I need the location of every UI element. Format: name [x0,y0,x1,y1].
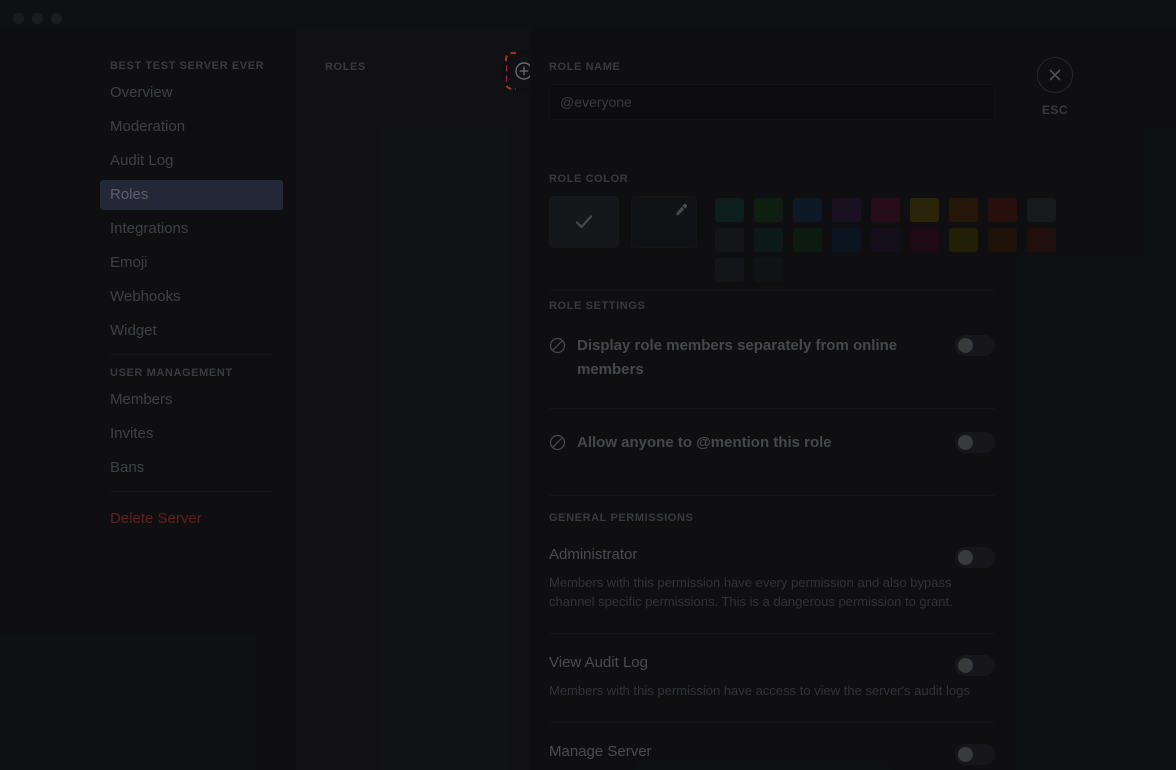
color-swatch[interactable] [1027,198,1056,222]
role-setting-label: Allow anyone to @mention this role [577,434,832,451]
sidebar-item-invites[interactable]: Invites [100,419,283,449]
role-setting-label: Display role members separately from onl… [577,337,898,378]
color-swatch-grid [715,198,1056,282]
color-swatch[interactable] [910,198,939,222]
color-swatch[interactable] [910,228,939,252]
color-swatch[interactable] [832,198,861,222]
permission-toggle[interactable] [955,744,995,765]
divider-color-settings [549,290,995,291]
color-swatch[interactable] [988,198,1017,222]
discord-server-settings-window: BEST TEST SERVER EVER Overview Moderation… [0,0,1176,770]
general-permissions-label: GENERAL PERMISSIONS [549,512,694,524]
permission-row: View Audit Log Members with this permiss… [549,654,995,700]
no-entry-icon [549,434,566,451]
role-name-label: ROLE NAME [549,61,621,73]
role-color-label: ROLE COLOR [549,173,629,185]
color-swatch[interactable] [715,198,744,222]
color-swatch[interactable] [949,228,978,252]
sidebar-item-members[interactable]: Members [100,385,283,415]
color-swatch[interactable] [871,228,900,252]
color-swatch[interactable] [754,228,783,252]
roles-column-title: ROLES [325,61,366,73]
role-setting-label-wrap: Display role members separately from onl… [549,334,909,382]
check-icon [575,215,593,229]
role-settings-row-divider [549,408,995,409]
color-swatch[interactable] [754,198,783,222]
color-swatch[interactable] [949,198,978,222]
no-entry-icon [549,434,566,459]
sidebar-divider-2 [110,491,273,492]
permission-row-divider [549,722,995,723]
sidebar-item-emoji[interactable]: Emoji [100,248,283,278]
color-swatch[interactable] [988,228,1017,252]
permission-row-divider [549,633,995,634]
user-management-header: USER MANAGEMENT [110,367,233,379]
sidebar-item-moderation[interactable]: Moderation [100,112,283,142]
color-swatch[interactable] [1027,228,1056,252]
selected-color-swatch[interactable] [549,196,619,248]
color-swatch[interactable] [715,258,744,282]
permission-row: Administrator Members with this permissi… [549,546,995,611]
color-swatch[interactable] [715,228,744,252]
role-name-input[interactable] [549,84,995,120]
minimize-window-button[interactable] [32,13,43,24]
role-setting-row: Display role members separately from onl… [549,334,995,382]
sidebar-divider-1 [110,354,273,355]
color-swatch[interactable] [871,198,900,222]
server-name-header: BEST TEST SERVER EVER [110,60,265,72]
color-swatch[interactable] [754,258,783,282]
sidebar-item-roles[interactable]: Roles [100,180,283,210]
permission-toggle[interactable] [955,655,995,676]
sidebar-item-integrations[interactable]: Integrations [100,214,283,244]
permission-toggle[interactable] [955,547,995,568]
close-icon[interactable] [1037,57,1073,93]
divider-settings-permissions [549,495,995,496]
sidebar-item-webhooks[interactable]: Webhooks [100,282,283,312]
sidebar-item-audit-log[interactable]: Audit Log [100,146,283,176]
permission-name: Administrator [549,546,638,563]
delete-server-button[interactable]: Delete Server [100,504,283,534]
custom-color-picker[interactable] [631,196,697,248]
permission-name: View Audit Log [549,654,648,671]
role-detail-panel: ROLE NAME ROLE COLOR [530,28,1176,770]
role-setting-row: Allow anyone to @mention this role [549,431,995,459]
window-titlebar [0,0,1176,28]
eyedropper-icon [676,204,687,216]
maximize-window-button[interactable] [51,13,62,24]
sidebar-item-overview[interactable]: Overview [100,78,283,108]
role-settings-label: ROLE SETTINGS [549,300,646,312]
permission-description: Members with this permission have access… [549,683,970,698]
close-window-button[interactable] [13,13,24,24]
permission-row: Manage Server [549,743,995,765]
close-modal-control: ESC [1035,57,1075,117]
color-swatch[interactable] [793,198,822,222]
color-swatch[interactable] [832,228,861,252]
esc-label: ESC [1041,103,1069,117]
permission-description: Members with this permission have every … [549,575,953,609]
traffic-lights [13,13,62,24]
role-setting-toggle[interactable] [955,335,995,356]
permission-name: Manage Server [549,743,652,760]
sidebar-item-bans[interactable]: Bans [100,453,283,483]
roles-column: ROLES LegendaryEpicRareAIRHORN SOLUTIONS… [296,28,811,770]
settings-sidebar: BEST TEST SERVER EVER Overview Moderation… [0,28,296,770]
no-entry-icon [549,337,566,354]
role-setting-toggle[interactable] [955,432,995,453]
role-setting-label-wrap: Allow anyone to @mention this role [549,431,832,459]
sidebar-item-widget[interactable]: Widget [100,316,283,346]
color-swatch[interactable] [793,228,822,252]
no-entry-icon [549,337,566,362]
